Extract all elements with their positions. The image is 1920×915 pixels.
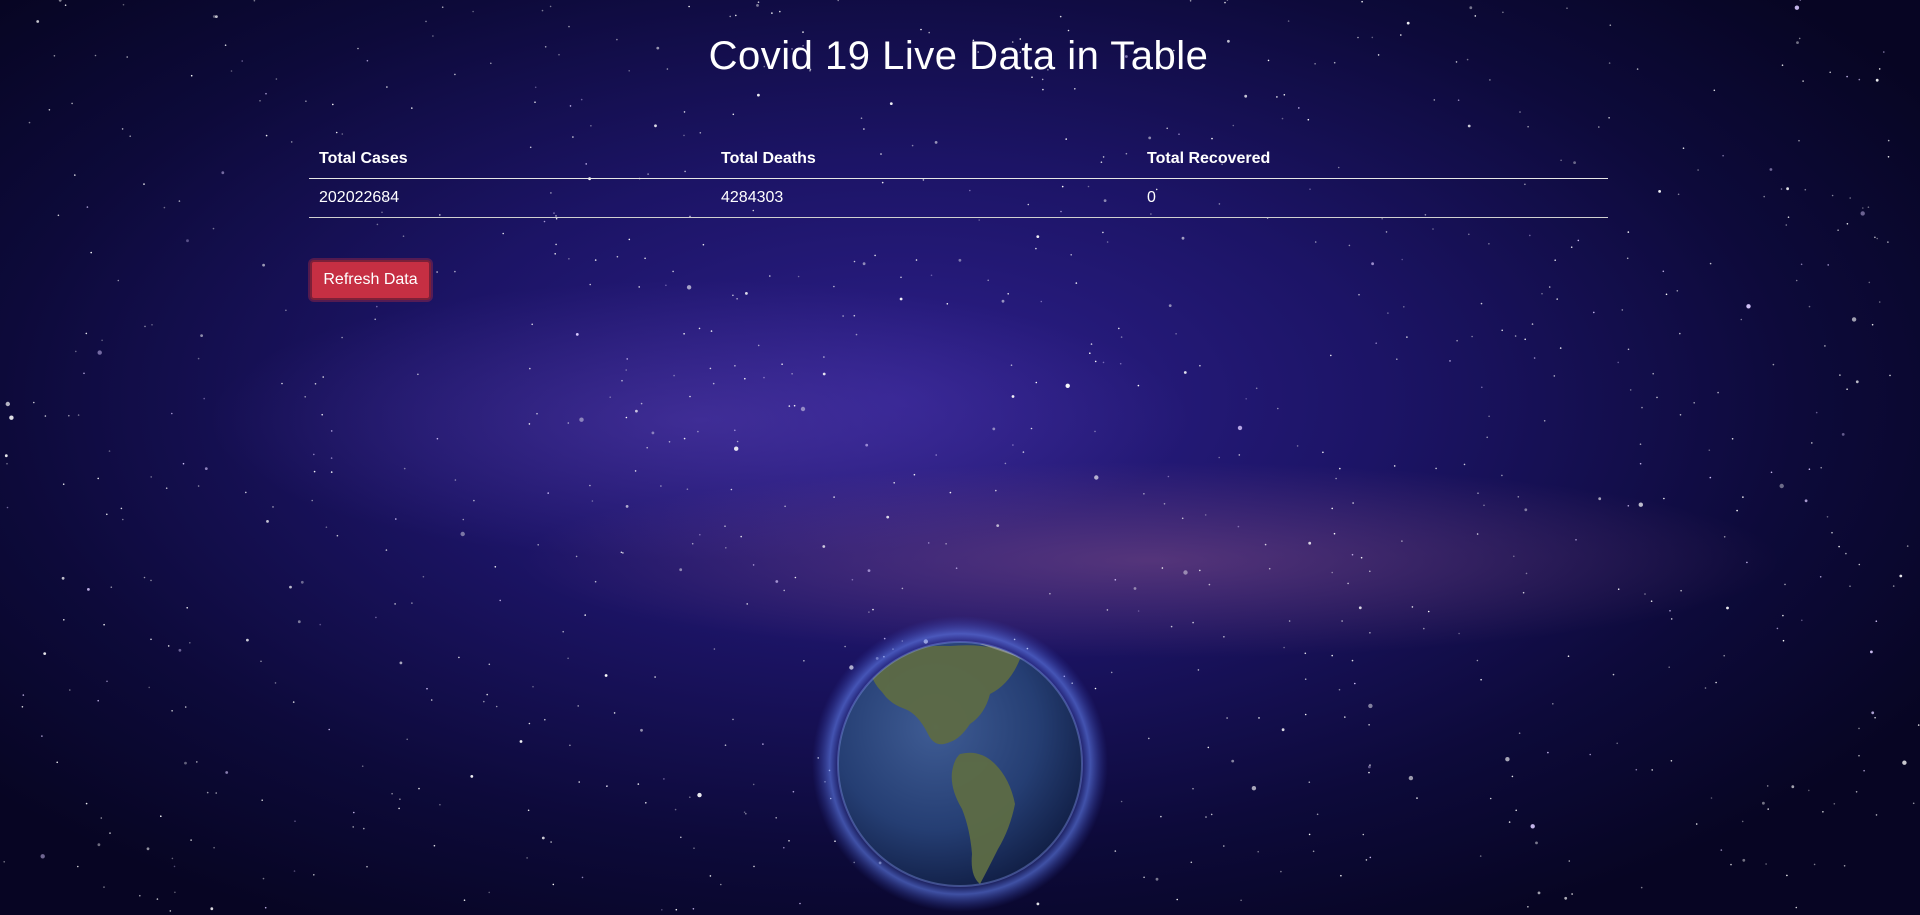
table-header-row: Total Cases Total Deaths Total Recovered	[309, 140, 1608, 179]
earth-globe-image	[812, 616, 1108, 912]
page-title: Covid 19 Live Data in Table	[708, 34, 1209, 78]
cell-total-deaths: 4284303	[711, 178, 1137, 218]
header-total-cases: Total Cases	[309, 140, 711, 179]
cell-total-cases: 202022684	[309, 178, 711, 218]
refresh-data-button[interactable]: Refresh Data	[310, 260, 431, 300]
covid-data-table: Total Cases Total Deaths Total Recovered…	[309, 140, 1608, 218]
table-row: 202022684 4284303 0	[309, 178, 1608, 218]
header-total-deaths: Total Deaths	[711, 140, 1137, 179]
header-total-recovered: Total Recovered	[1137, 140, 1608, 179]
cell-total-recovered: 0	[1137, 178, 1608, 218]
